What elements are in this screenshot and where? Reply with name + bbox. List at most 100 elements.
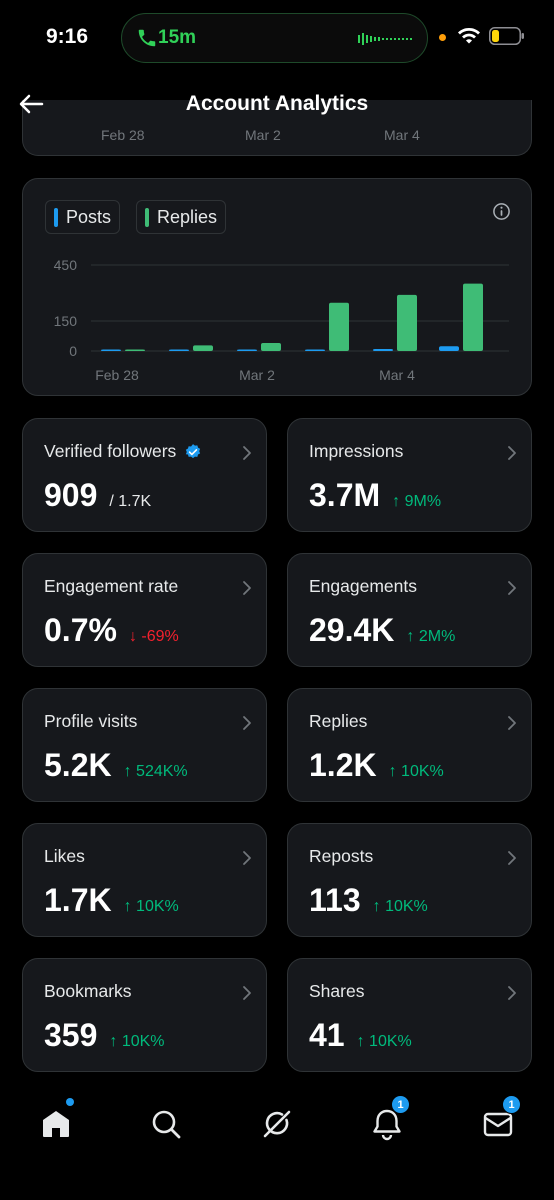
metric-label-row: Replies: [309, 711, 367, 732]
metric-value-row: 3.7M ↑ 9M%: [309, 477, 441, 514]
metric-change: ↑ 10K%: [388, 763, 444, 780]
metric-value-row: 41 ↑ 10K%: [309, 1017, 412, 1054]
metric-value: 1.2K: [309, 747, 377, 783]
metric-card-engagements[interactable]: Engagements 29.4K ↑ 2M%: [287, 553, 532, 667]
bar-replies: [125, 349, 145, 351]
bar-replies: [397, 294, 417, 351]
x-tick-label: Mar 2: [239, 367, 275, 383]
chevron-right-icon: [243, 581, 251, 595]
bar-posts: [169, 349, 189, 351]
metric-change: ↑ 10K%: [356, 1033, 412, 1050]
battery-icon: [489, 27, 524, 45]
y-tick-label: 150: [54, 313, 78, 329]
search-icon: [152, 1110, 181, 1139]
metric-label-row: Profile visits: [44, 711, 137, 732]
metric-card-shares[interactable]: Shares 41 ↑ 10K%: [287, 958, 532, 1072]
y-tick-label: 450: [54, 257, 78, 273]
metric-card-reposts[interactable]: Reposts 113 ↑ 10K%: [287, 823, 532, 937]
wifi-icon: [458, 28, 480, 44]
metric-value: 0.7%: [44, 612, 117, 648]
home-indicator: [195, 1182, 359, 1188]
metric-label-row: Bookmarks: [44, 981, 132, 1002]
metric-label: Bookmarks: [44, 981, 132, 1001]
metric-change: ↑ 2M%: [406, 628, 456, 645]
chevron-right-icon: [508, 446, 516, 460]
metric-card-likes[interactable]: Likes 1.7K ↑ 10K%: [22, 823, 267, 937]
home-unread-dot: [66, 1098, 74, 1106]
metric-value: 3.7M: [309, 477, 381, 513]
metric-change: ↑ 524K%: [123, 763, 188, 780]
chevron-right-icon: [508, 581, 516, 595]
metric-label-row: Engagements: [309, 576, 417, 597]
bar-replies: [193, 345, 213, 351]
metric-label-row: Likes: [44, 846, 85, 867]
metric-card-bookmarks[interactable]: Bookmarks 359 ↑ 10K%: [22, 958, 267, 1072]
nav-notifications[interactable]: 1: [367, 1095, 410, 1144]
metric-value: 359: [44, 1017, 98, 1053]
metric-label: Engagements: [309, 576, 417, 596]
nav-search[interactable]: [146, 1104, 186, 1144]
status-time: 9:16: [46, 25, 89, 48]
bar-chart: 0 150 450 Feb 28 Mar 2 Mar 4: [54, 257, 509, 383]
metric-label: Likes: [44, 846, 85, 866]
metric-card-verified-followers[interactable]: Verified followers 909 / 1.7K: [22, 418, 267, 532]
metric-label: Verified followers: [44, 441, 177, 461]
metric-card-profile-visits[interactable]: Profile visits 5.2K ↑ 524K%: [22, 688, 267, 802]
chevron-right-icon: [243, 986, 251, 1000]
metric-label-row: Reposts: [309, 846, 373, 867]
phone-icon: [138, 29, 156, 47]
metric-label-row: Verified followers: [44, 441, 202, 462]
bar-posts: [101, 349, 121, 351]
audio-waveform-icon: [358, 33, 412, 45]
bar-posts: [439, 346, 459, 351]
y-tick-label: 0: [69, 343, 77, 359]
metric-total: / 1.7K: [109, 493, 152, 510]
verified-badge-icon: [186, 443, 201, 458]
activity-chart-card: Posts Replies 0 150 450 Feb 28 Mar 2 Mar 4: [22, 178, 532, 396]
metric-value-row: 0.7% ↓ -69%: [44, 612, 179, 649]
metric-label: Replies: [309, 711, 368, 731]
metric-label: Shares: [309, 981, 365, 1001]
x-tick-label: Mar 4: [379, 367, 415, 383]
chevron-right-icon: [508, 986, 516, 1000]
metric-label: Profile visits: [44, 711, 138, 731]
notifications-badge: 1: [391, 1095, 410, 1114]
metric-change: ↑ 10K%: [372, 898, 428, 915]
metric-label: Engagement rate: [44, 576, 179, 596]
nav-grok[interactable]: [257, 1104, 297, 1144]
metric-label-row: Impressions: [309, 441, 403, 462]
bottom-nav: 1 1: [0, 1090, 554, 1160]
grok-icon: [263, 1110, 291, 1138]
nav-home[interactable]: [36, 1098, 76, 1144]
metric-value: 41: [309, 1017, 345, 1053]
metric-change: ↓ -69%: [128, 628, 179, 645]
chevron-right-icon: [243, 716, 251, 730]
metric-value: 5.2K: [44, 747, 112, 783]
metric-value-row: 359 ↑ 10K%: [44, 1017, 165, 1054]
page-title: Account Analytics: [185, 92, 369, 115]
metric-value-row: 113 ↑ 10K%: [309, 882, 428, 919]
chevron-right-icon: [508, 851, 516, 865]
messages-badge: 1: [502, 1095, 521, 1114]
metric-value: 113: [309, 882, 361, 918]
chevron-right-icon: [243, 851, 251, 865]
metric-card-impressions[interactable]: Impressions 3.7M ↑ 9M%: [287, 418, 532, 532]
bar-posts: [237, 349, 257, 351]
metric-value: 909: [44, 477, 98, 513]
bar-replies: [463, 283, 483, 351]
metric-card-replies[interactable]: Replies 1.2K ↑ 10K%: [287, 688, 532, 802]
nav-messages[interactable]: 1: [478, 1095, 521, 1144]
metric-value: 29.4K: [309, 612, 395, 648]
metric-value-row: 5.2K ↑ 524K%: [44, 747, 188, 784]
metric-label-row: Shares: [309, 981, 364, 1002]
bar-replies: [261, 343, 281, 351]
metric-card-engagement-rate[interactable]: Engagement rate 0.7% ↓ -69%: [22, 553, 267, 667]
metric-label: Reposts: [309, 846, 374, 866]
call-duration: 15m: [158, 27, 197, 48]
metric-value: 1.7K: [44, 882, 112, 918]
metric-label: Impressions: [309, 441, 404, 461]
metric-value-row: 909 / 1.7K: [44, 477, 151, 514]
metric-change: ↑ 9M%: [392, 493, 442, 510]
dynamic-island-call[interactable]: 15m: [121, 13, 428, 63]
mic-indicator-dot: [439, 34, 446, 41]
